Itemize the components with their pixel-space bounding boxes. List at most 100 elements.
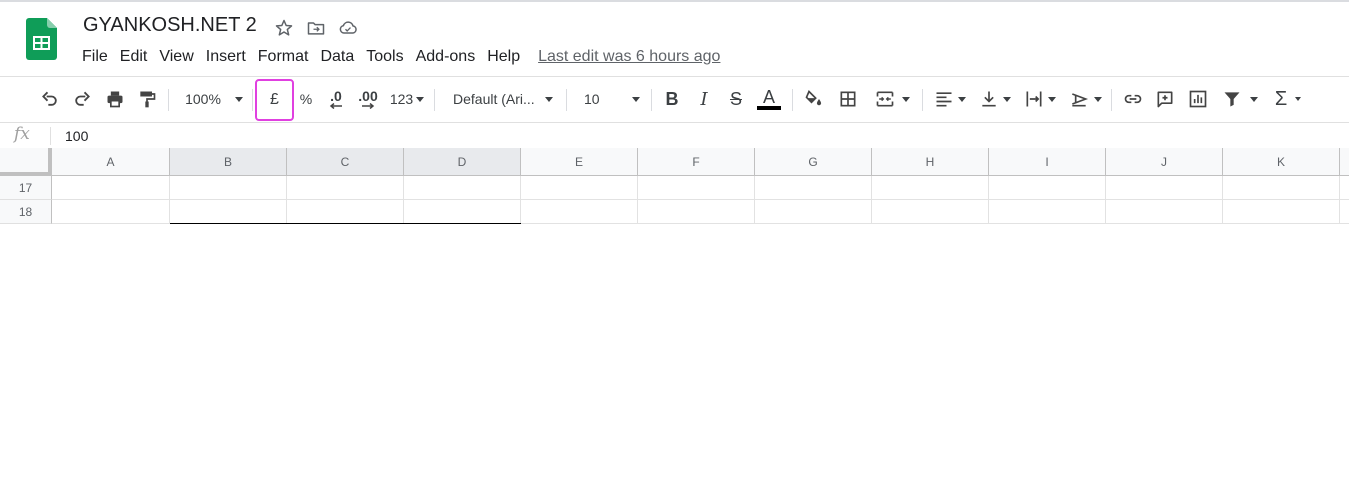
font-family-select[interactable]: Default (Ari... bbox=[446, 85, 565, 113]
cell[interactable] bbox=[1340, 200, 1349, 224]
paint-format-icon[interactable] bbox=[135, 85, 159, 113]
chevron-down-icon bbox=[958, 96, 966, 102]
vertical-align-button[interactable] bbox=[976, 85, 1014, 113]
column-header[interactable]: I bbox=[989, 148, 1106, 176]
cell[interactable] bbox=[638, 200, 755, 224]
cell-bottom-border bbox=[170, 223, 521, 224]
menu-view[interactable]: View bbox=[153, 46, 199, 68]
cell[interactable] bbox=[989, 176, 1106, 200]
percent-label: % bbox=[299, 91, 313, 107]
column-header[interactable] bbox=[1340, 148, 1349, 176]
cell[interactable] bbox=[1106, 176, 1223, 200]
borders-icon[interactable] bbox=[836, 85, 860, 113]
cell[interactable] bbox=[1223, 200, 1340, 224]
undo-icon[interactable] bbox=[38, 85, 62, 113]
text-color-button[interactable]: A bbox=[756, 85, 782, 113]
cell[interactable] bbox=[404, 200, 521, 224]
cell[interactable] bbox=[989, 200, 1106, 224]
column-header[interactable]: F bbox=[638, 148, 755, 176]
toolbar: 100% £ % .0 .00 123 Default (Ari... 10 B… bbox=[0, 76, 1349, 123]
chevron-down-icon bbox=[234, 96, 243, 102]
filter-icon bbox=[1224, 92, 1240, 107]
functions-button[interactable]: Σ bbox=[1270, 85, 1306, 113]
cell[interactable] bbox=[170, 176, 287, 200]
row-header[interactable]: 17 bbox=[0, 176, 52, 200]
insert-chart-icon[interactable] bbox=[1186, 85, 1210, 113]
italic-button[interactable]: I bbox=[693, 85, 715, 113]
font-size-select[interactable]: 10 bbox=[580, 85, 642, 113]
cell[interactable] bbox=[872, 176, 989, 200]
text-wrapping-button[interactable] bbox=[1021, 85, 1059, 113]
formula-bar: fx 100 bbox=[0, 122, 1349, 150]
menu-addons[interactable]: Add-ons bbox=[410, 46, 482, 68]
format-currency-button[interactable]: £ bbox=[255, 79, 294, 121]
cell[interactable] bbox=[52, 200, 170, 224]
column-header[interactable]: H bbox=[872, 148, 989, 176]
top-border bbox=[0, 0, 1349, 2]
last-edit-link[interactable]: Last edit was 6 hours ago bbox=[538, 46, 720, 68]
column-header[interactable]: G bbox=[755, 148, 872, 176]
toolbar-separator bbox=[792, 89, 793, 111]
menu-data[interactable]: Data bbox=[314, 46, 360, 68]
row-header[interactable]: 18 bbox=[0, 200, 52, 224]
toolbar-separator bbox=[434, 89, 435, 111]
text-rotation-button[interactable] bbox=[1066, 85, 1104, 113]
menu-format[interactable]: Format bbox=[252, 46, 315, 68]
filter-button[interactable] bbox=[1218, 85, 1262, 113]
move-folder-icon[interactable] bbox=[304, 16, 328, 40]
star-icon[interactable] bbox=[272, 16, 296, 40]
column-header[interactable]: J bbox=[1106, 148, 1223, 176]
cell[interactable] bbox=[755, 176, 872, 200]
cell[interactable] bbox=[872, 200, 989, 224]
column-header[interactable]: A bbox=[52, 148, 170, 176]
cell[interactable] bbox=[638, 176, 755, 200]
column-header[interactable]: K bbox=[1223, 148, 1340, 176]
column-header[interactable]: C bbox=[287, 148, 404, 176]
cloud-saved-icon[interactable] bbox=[336, 16, 360, 40]
print-icon[interactable] bbox=[103, 85, 127, 113]
cell[interactable] bbox=[52, 176, 170, 200]
bold-button[interactable]: B bbox=[661, 85, 683, 113]
menu-file[interactable]: File bbox=[76, 46, 114, 68]
merge-cells-button[interactable] bbox=[870, 85, 914, 113]
horizontal-align-button[interactable] bbox=[931, 85, 969, 113]
chevron-down-icon bbox=[416, 96, 425, 102]
cell[interactable] bbox=[521, 200, 638, 224]
fx-icon: fx bbox=[14, 124, 30, 144]
column-header[interactable]: D bbox=[404, 148, 521, 176]
menu-insert[interactable]: Insert bbox=[200, 46, 252, 68]
cell[interactable] bbox=[287, 176, 404, 200]
menu-tools[interactable]: Tools bbox=[360, 46, 409, 68]
fill-color-icon[interactable] bbox=[802, 85, 826, 113]
sheets-logo[interactable] bbox=[26, 18, 57, 60]
menu-edit[interactable]: Edit bbox=[114, 46, 154, 68]
format-percent-button[interactable]: % bbox=[296, 85, 316, 113]
strikethrough-button[interactable]: S bbox=[725, 85, 747, 113]
formula-input[interactable]: 100 bbox=[65, 128, 88, 144]
cell[interactable] bbox=[1340, 176, 1349, 200]
zoom-select[interactable]: 100% bbox=[180, 85, 248, 113]
chevron-down-icon bbox=[544, 96, 553, 102]
more-formats-button[interactable]: 123 bbox=[388, 85, 426, 113]
column-header[interactable]: E bbox=[521, 148, 638, 176]
currency-symbol: £ bbox=[270, 91, 279, 108]
column-header[interactable]: B bbox=[170, 148, 287, 176]
menu-help[interactable]: Help bbox=[481, 46, 526, 68]
toolbar-separator bbox=[922, 89, 923, 111]
cell[interactable] bbox=[1106, 200, 1223, 224]
cell[interactable] bbox=[404, 176, 521, 200]
align-bottom-icon bbox=[982, 91, 996, 107]
toolbar-separator bbox=[1111, 89, 1112, 111]
cell[interactable] bbox=[755, 200, 872, 224]
cell[interactable] bbox=[287, 200, 404, 224]
cell[interactable] bbox=[170, 200, 287, 224]
cell[interactable] bbox=[1223, 176, 1340, 200]
decrease-decimal-button[interactable]: .0 bbox=[324, 85, 348, 113]
insert-comment-icon[interactable] bbox=[1153, 85, 1177, 113]
increase-decimal-button[interactable]: .00 bbox=[354, 85, 382, 113]
insert-link-icon[interactable] bbox=[1121, 85, 1145, 113]
toolbar-separator bbox=[566, 89, 567, 111]
cell[interactable] bbox=[521, 176, 638, 200]
document-title[interactable]: GYANKOSH.NET 2 bbox=[83, 14, 257, 37]
redo-icon[interactable] bbox=[70, 85, 94, 113]
